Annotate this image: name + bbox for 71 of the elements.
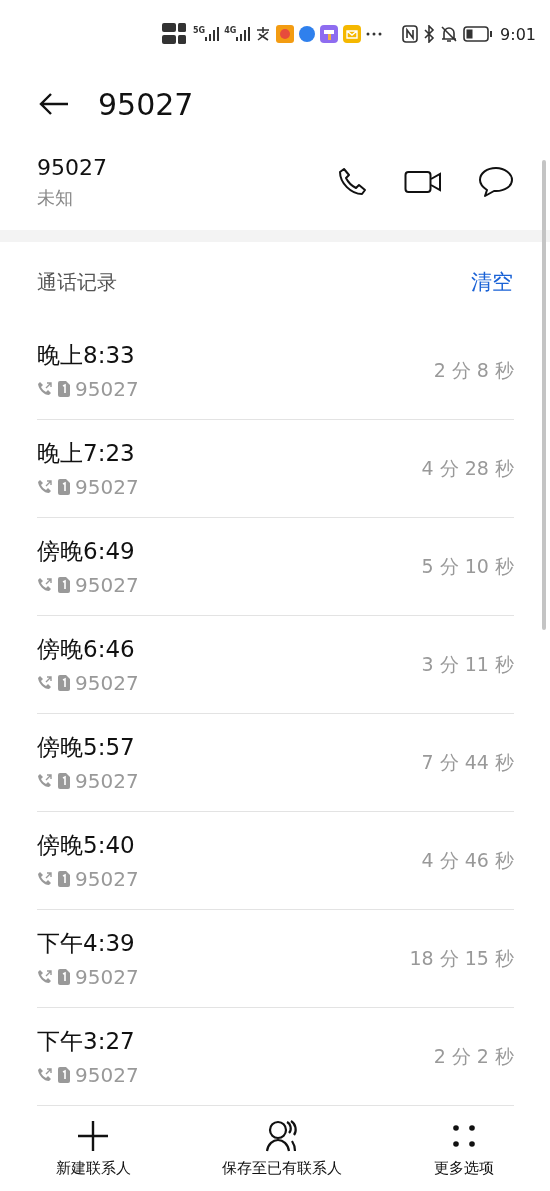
person-icon <box>265 1119 300 1153</box>
app-icon <box>299 26 316 42</box>
sim-one-icon <box>58 675 70 691</box>
outgoing-call-icon <box>37 675 53 691</box>
outgoing-call-icon <box>37 577 53 593</box>
call-time: 傍晚5:40 <box>37 831 136 860</box>
contact-number: 95027 <box>37 154 108 180</box>
plus-icon <box>76 1119 111 1153</box>
call-number: 95027 <box>75 377 139 401</box>
call-duration: 3 分 11 秒 <box>421 651 514 677</box>
toolbar-button[interactable]: 新建联系人 <box>49 1115 137 1191</box>
call-number: 95027 <box>75 965 139 989</box>
sim-one-icon <box>58 773 70 789</box>
call-time: 下午3:27 <box>37 1027 136 1056</box>
page-title: 95027 <box>98 86 194 122</box>
sim-one-icon <box>58 381 70 397</box>
status-time: 9:01 <box>500 24 536 44</box>
clear-link[interactable]: 清空 <box>471 268 513 296</box>
sim-one-icon <box>58 969 70 985</box>
sim-one-icon <box>58 1067 70 1083</box>
mute-bell-icon <box>440 25 459 43</box>
outgoing-call-icon <box>37 1067 53 1083</box>
bluetooth-icon <box>423 25 436 43</box>
sim-one-icon <box>58 871 70 887</box>
call-time: 晚上7:23 <box>37 439 136 468</box>
phone-icon[interactable] <box>336 166 368 198</box>
call-number: 95027 <box>75 573 139 597</box>
battery-icon <box>463 26 494 42</box>
scrollbar[interactable] <box>542 160 546 630</box>
call-time: 晚上8:33 <box>37 341 136 370</box>
mail-icon <box>343 25 362 43</box>
call-duration: 4 分 28 秒 <box>421 455 514 481</box>
call-number: 95027 <box>75 867 139 891</box>
call-duration: 2 分 8 秒 <box>433 357 514 383</box>
call-time: 下午4:39 <box>37 929 136 958</box>
outgoing-call-icon <box>37 479 53 495</box>
call-time: 傍晚5:57 <box>37 733 136 762</box>
network-label: 5G <box>193 27 206 35</box>
nfc-icon <box>402 25 419 43</box>
call-time: 傍晚6:49 <box>37 537 136 566</box>
outgoing-call-icon <box>37 381 53 397</box>
call-duration: 18 分 15 秒 <box>409 945 514 971</box>
call-time: 傍晚6:46 <box>37 635 136 664</box>
call-number: 95027 <box>75 1063 139 1087</box>
outgoing-call-icon <box>37 969 53 985</box>
sim-one-icon <box>58 577 70 593</box>
call-duration: 2 分 2 秒 <box>433 1043 514 1069</box>
outgoing-call-icon <box>37 773 53 789</box>
contact-label: 未知 <box>37 185 74 210</box>
message-icon[interactable] <box>478 166 514 198</box>
app-icon <box>276 25 295 43</box>
signal-icon <box>205 27 220 41</box>
network-label: 4G <box>224 27 237 35</box>
video-camera-icon[interactable] <box>404 169 442 195</box>
outgoing-call-icon <box>37 871 53 887</box>
back-arrow-icon[interactable] <box>38 92 70 116</box>
toolbar-button[interactable]: 保存至已有联系人 <box>216 1115 349 1191</box>
call-number: 95027 <box>75 671 139 695</box>
sim-one-icon <box>58 479 70 495</box>
call-duration: 5 分 10 秒 <box>421 553 514 579</box>
call-number: 95027 <box>75 475 139 499</box>
toolbar-button[interactable]: 更多选项 <box>428 1115 501 1191</box>
call-number: 95027 <box>75 769 139 793</box>
call-duration: 4 分 46 秒 <box>421 847 514 873</box>
app-icon <box>255 26 272 42</box>
sim-hd-icon <box>162 22 188 46</box>
section-title: 通话记录 <box>37 268 117 296</box>
call-duration: 7 分 44 秒 <box>421 749 514 775</box>
signal-icon <box>236 27 251 41</box>
more-notifications-icon <box>366 32 383 36</box>
app-icon <box>320 25 339 43</box>
